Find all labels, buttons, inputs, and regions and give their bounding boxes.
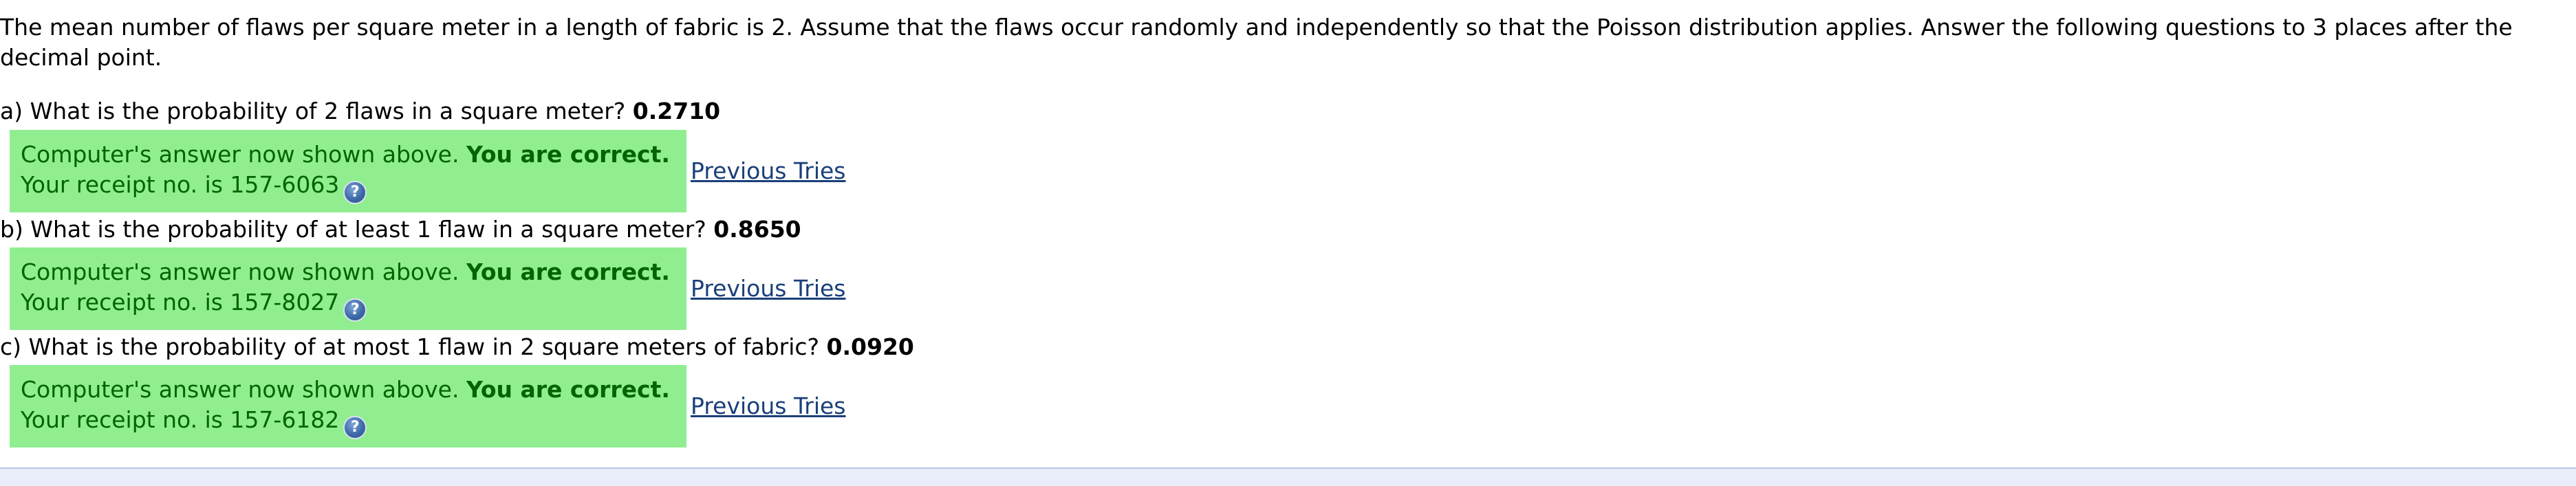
feedback-box-c: Computer's answer now shown above. You a… xyxy=(10,365,686,448)
feedback-message: Computer's answer now shown above. xyxy=(21,141,459,168)
receipt-number: Your receipt no. is 157-8027 xyxy=(21,289,340,316)
feedback-box-b: Computer's answer now shown above. You a… xyxy=(10,247,686,330)
receipt-number: Your receipt no. is 157-6063 xyxy=(21,171,340,198)
help-icon[interactable]: ? xyxy=(343,416,367,439)
feedback-line-a: Computer's answer now shown above. You a… xyxy=(21,140,675,170)
question-a-answer: 0.2710 xyxy=(632,98,721,124)
feedback-message: Computer's answer now shown above. xyxy=(21,376,459,403)
feedback-box-a: Computer's answer now shown above. You a… xyxy=(10,130,686,212)
question-b-answer: 0.8650 xyxy=(713,216,801,243)
question-a: a) What is the probability of 2 flaws in… xyxy=(0,96,720,126)
help-icon[interactable]: ? xyxy=(343,181,367,204)
bottom-panel-edge xyxy=(0,467,2576,486)
receipt-line-a: Your receipt no. is 157-6063? xyxy=(21,170,675,204)
feedback-message: Computer's answer now shown above. xyxy=(21,258,459,285)
question-a-text: a) What is the probability of 2 flaws in… xyxy=(0,98,626,124)
correct-label: You are correct. xyxy=(466,258,670,285)
previous-tries-link-c[interactable]: Previous Tries xyxy=(691,391,846,421)
correct-label: You are correct. xyxy=(466,376,670,403)
question-c: c) What is the probability of at most 1 … xyxy=(0,332,914,362)
question-c-answer: 0.0920 xyxy=(826,333,914,360)
feedback-row-c: Computer's answer now shown above. You a… xyxy=(10,365,846,448)
previous-tries-link-a[interactable]: Previous Tries xyxy=(691,156,846,186)
previous-tries-link-b[interactable]: Previous Tries xyxy=(691,274,846,304)
feedback-line-b: Computer's answer now shown above. You a… xyxy=(21,257,675,287)
feedback-row-a: Computer's answer now shown above. You a… xyxy=(10,130,846,212)
receipt-number: Your receipt no. is 157-6182 xyxy=(21,406,340,433)
problem-page: The mean number of flaws per square mete… xyxy=(0,0,2576,486)
feedback-row-b: Computer's answer now shown above. You a… xyxy=(10,247,846,330)
question-c-text: c) What is the probability of at most 1 … xyxy=(0,333,820,360)
receipt-line-b: Your receipt no. is 157-8027? xyxy=(21,287,675,322)
correct-label: You are correct. xyxy=(466,141,670,168)
receipt-line-c: Your receipt no. is 157-6182? xyxy=(21,405,675,439)
question-b: b) What is the probability of at least 1… xyxy=(0,214,801,245)
help-icon[interactable]: ? xyxy=(343,298,367,322)
question-b-text: b) What is the probability of at least 1… xyxy=(0,216,706,243)
problem-statement: The mean number of flaws per square mete… xyxy=(0,14,2513,71)
feedback-line-c: Computer's answer now shown above. You a… xyxy=(21,375,675,405)
